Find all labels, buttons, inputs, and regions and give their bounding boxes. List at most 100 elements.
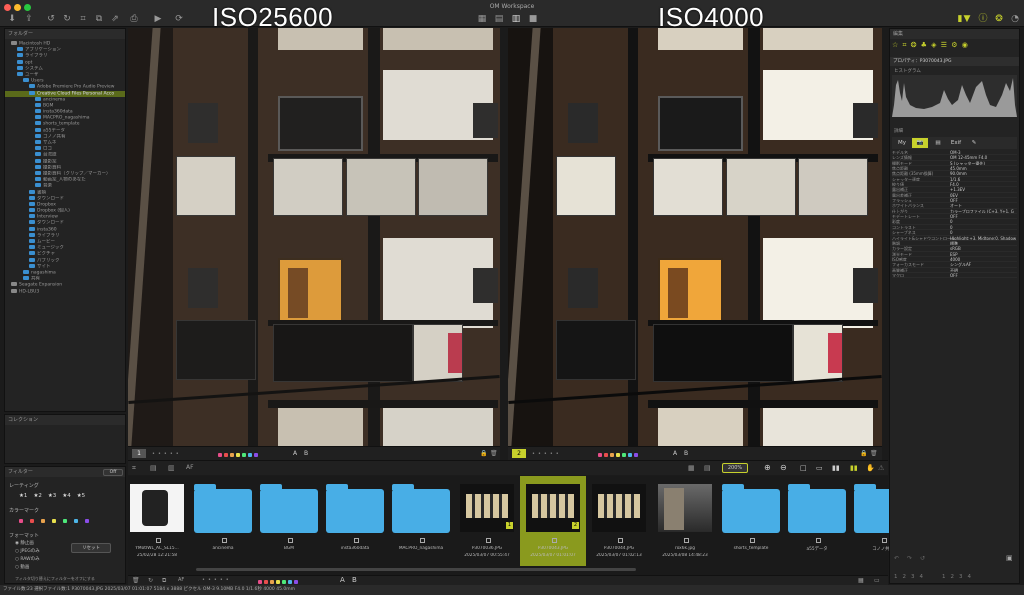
filmstrip-item[interactable]: 1 P3070036.JPG 2025/03/07 00:55:47: [454, 476, 520, 566]
undo-redo-icons[interactable]: ↶↷↺: [894, 555, 933, 562]
viewer-left-image[interactable]: [128, 28, 500, 446]
grid-view-icon[interactable]: ▦: [477, 14, 487, 24]
select-checkbox[interactable]: [552, 538, 557, 543]
trash-icon[interactable]: 🗑: [132, 577, 140, 584]
color-mark-dot[interactable]: [604, 453, 608, 457]
filmstrip-item[interactable]: insta360data: [322, 476, 388, 566]
color-mark-dot[interactable]: [19, 519, 23, 523]
color-mark-dot[interactable]: [282, 580, 286, 584]
copy-icon[interactable]: ⧉: [162, 577, 166, 585]
color-mark-dot[interactable]: [634, 453, 638, 457]
viewer-right-color-marks[interactable]: [598, 452, 640, 459]
color-mark-dot[interactable]: [616, 453, 620, 457]
select-icon[interactable]: ⌗: [132, 464, 136, 473]
view-icon[interactable]: ▤: [150, 464, 157, 472]
trash-icon[interactable]: 🗑: [490, 450, 498, 457]
page-number[interactable]: 1: [942, 574, 951, 580]
page-number[interactable]: 1: [894, 574, 903, 580]
rating-stars[interactable]: ★1 ★2 ★3 ★4 ★5: [19, 493, 91, 499]
page-number[interactable]: 2: [951, 574, 960, 580]
rating-dots[interactable]: •••••: [202, 577, 232, 583]
page-number[interactable]: 4: [968, 574, 977, 580]
rating-star-filter[interactable]: ★1: [19, 493, 27, 499]
compare-sync-icon[interactable]: ▮▮: [832, 464, 840, 472]
print-icon[interactable]: ⎙: [129, 14, 139, 24]
close-window-button[interactable]: [4, 4, 11, 11]
filmstrip-scrollbar[interactable]: [196, 568, 636, 571]
color-mark-filters[interactable]: [19, 518, 96, 525]
color-mark-dot[interactable]: [248, 453, 252, 457]
select-checkbox[interactable]: [750, 538, 755, 543]
fit-icon[interactable]: □: [800, 464, 807, 472]
warning-icon[interactable]: ⚠: [878, 464, 884, 472]
color-mark-dot[interactable]: [230, 453, 234, 457]
viewer-left-color-marks[interactable]: [218, 452, 260, 459]
single-view-icon[interactable]: ▤: [494, 14, 504, 24]
color-mark-dot[interactable]: [294, 580, 298, 584]
zoom-window-button[interactable]: [24, 4, 31, 11]
filmstrip-item[interactable]: 2 P3070043.JPG 2025/03/07 01:01:07: [520, 476, 586, 566]
select-checkbox[interactable]: [156, 538, 161, 543]
filmstrip-item[interactable]: YMotIWL_AC_SL15... 25/02/28 12:21:58: [124, 476, 190, 566]
ab-b-left[interactable]: B: [304, 450, 308, 457]
color-mark-dot[interactable]: [218, 453, 222, 457]
refresh-icon[interactable]: ⟳: [174, 14, 184, 24]
property-tab[interactable]: My: [894, 138, 910, 148]
lock-icon[interactable]: 🔒: [480, 450, 487, 457]
filmstrip-item[interactable]: a55データ: [784, 476, 850, 566]
viewer-right-image[interactable]: [508, 28, 882, 446]
zoom-in-icon[interactable]: ⊕: [764, 463, 771, 472]
filmstrip-item[interactable]: P3070044.JPG 2025/03/07 01:02:13: [586, 476, 652, 566]
select-checkbox[interactable]: [486, 538, 491, 543]
color-mark-dot[interactable]: [622, 453, 626, 457]
color-mark-dot[interactable]: [41, 519, 45, 523]
save-icon[interactable]: ▣: [1006, 554, 1013, 562]
color-mark-dot[interactable]: [224, 453, 228, 457]
ab-a-filmstrip[interactable]: A: [340, 576, 345, 584]
share-icon[interactable]: ⇗: [110, 14, 120, 24]
color-mark-dot[interactable]: [288, 580, 292, 584]
color-mark-dot[interactable]: [598, 453, 602, 457]
color-mark-dot[interactable]: [610, 453, 614, 457]
color-mark-dot[interactable]: [276, 580, 280, 584]
rating-star-filter[interactable]: ★2: [33, 493, 41, 499]
select-checkbox[interactable]: [684, 538, 689, 543]
rating-star-filter[interactable]: ★4: [62, 493, 70, 499]
compare-icon[interactable]: ⧉: [94, 14, 104, 24]
filmstrip-item[interactable]: rox6k.jpg 2025/03/08 14:48:23: [652, 476, 718, 566]
format-options[interactable]: ◉ 静止画 ○ JPEGのみ ○ RAWのみ ○ 動画: [15, 540, 40, 572]
color-icon[interactable]: ❂: [994, 14, 1004, 24]
filmstrip-item[interactable]: ancinema: [190, 476, 256, 566]
color-mark-dot[interactable]: [258, 580, 262, 584]
color-mark-dot[interactable]: [74, 519, 78, 523]
rating-dots[interactable]: •••••: [532, 451, 562, 457]
info-overlay-icon[interactable]: ▤: [704, 464, 711, 472]
af-icon[interactable]: AF: [186, 464, 194, 471]
rating-star-filter[interactable]: ★5: [77, 493, 85, 499]
sync-icon[interactable]: ▮▮: [850, 464, 858, 472]
view-icon[interactable]: ▥: [168, 464, 175, 472]
color-mark-dot[interactable]: [236, 453, 240, 457]
folder-move-icon[interactable]: ⇪: [24, 14, 34, 24]
minimize-window-button[interactable]: [14, 4, 21, 11]
af-icon[interactable]: AF: [178, 577, 184, 583]
tree-item[interactable]: HD-LBU3: [5, 288, 125, 295]
filmstrip-item[interactable]: BGM: [256, 476, 322, 566]
color-mark-dot[interactable]: [628, 453, 632, 457]
rotate-right-icon[interactable]: ↻: [62, 14, 72, 24]
rotate-left-icon[interactable]: ↺: [46, 14, 56, 24]
property-tab[interactable]: 📷: [912, 138, 928, 148]
color-mark-dot[interactable]: [30, 519, 34, 523]
page-number[interactable]: 3: [959, 574, 968, 580]
property-tabs[interactable]: My 📷 ▤ Exif ✎: [892, 137, 1017, 149]
select-checkbox[interactable]: [222, 538, 227, 543]
ab-b-filmstrip[interactable]: B: [352, 576, 357, 584]
grid-icon[interactable]: ▦: [858, 577, 864, 584]
color-mark-dot[interactable]: [63, 519, 67, 523]
filter-toggle[interactable]: Off: [103, 469, 123, 476]
trash-icon[interactable]: 🗑: [870, 450, 878, 457]
ab-a-right[interactable]: A: [673, 450, 677, 457]
import-icon[interactable]: ⬇: [7, 14, 17, 24]
zoom-out-icon[interactable]: ⊖: [780, 463, 787, 472]
info-overlay-icon[interactable]: ▦: [688, 464, 695, 472]
